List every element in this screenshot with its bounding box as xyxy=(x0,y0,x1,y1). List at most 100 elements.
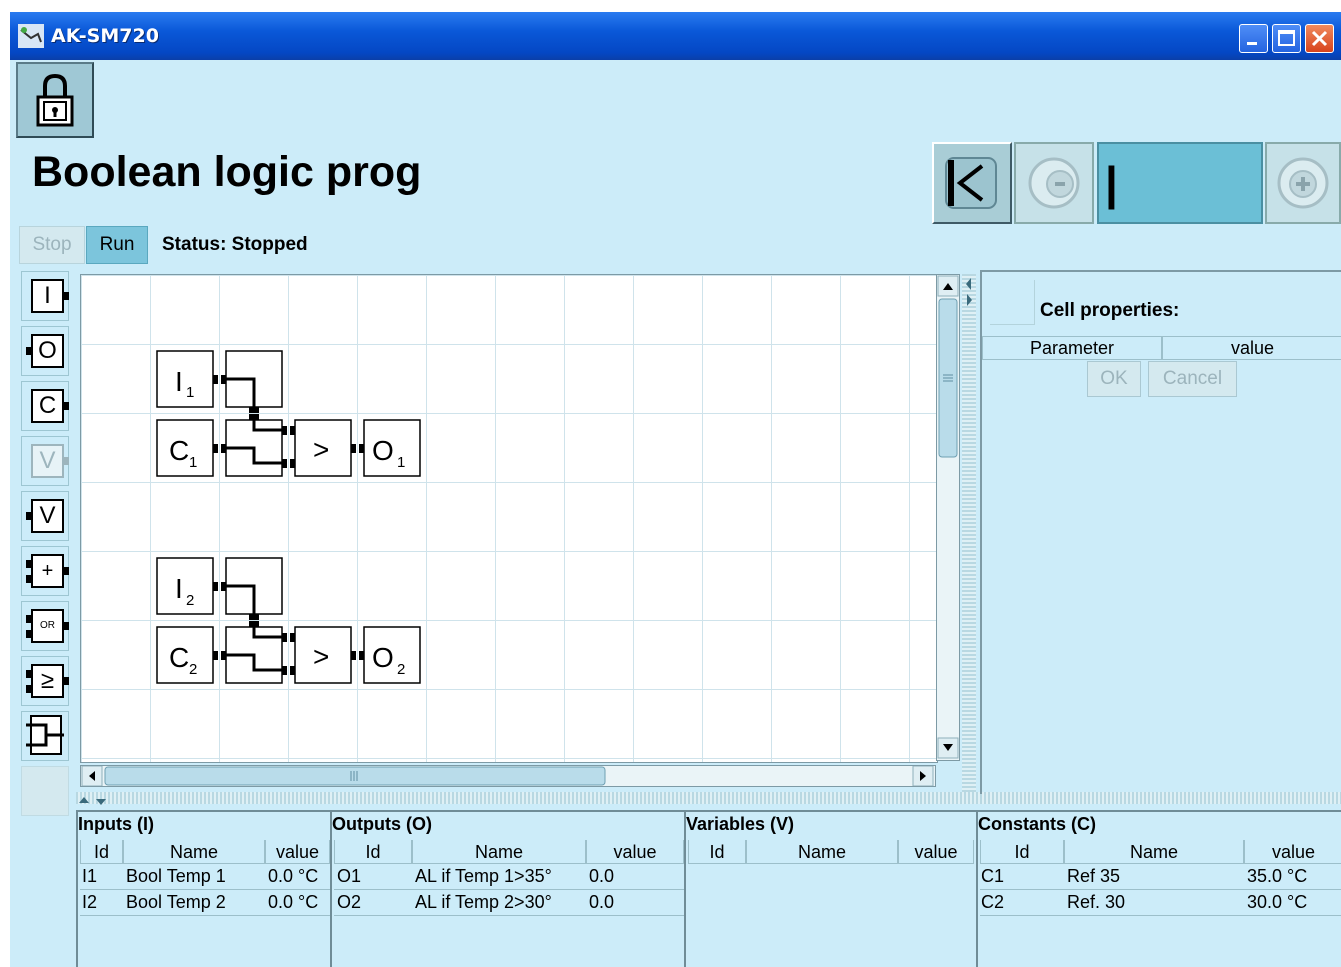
palette-label: V xyxy=(31,499,64,533)
junction-block-1b[interactable] xyxy=(221,414,287,477)
run-button[interactable]: Run xyxy=(86,226,148,264)
outputs-title: Outputs (O) xyxy=(332,814,432,834)
compare-block-tool[interactable]: ≥ xyxy=(21,656,69,706)
block-label: C xyxy=(169,435,189,466)
block-label: I xyxy=(175,366,183,397)
constants-value-cell: 35.0 °C xyxy=(1247,866,1308,886)
value-column-header[interactable]: value xyxy=(1162,336,1341,360)
empty-tool-slot xyxy=(21,766,69,816)
outputs-table: Outputs (O) Id Name value O1 AL if Temp … xyxy=(330,810,684,967)
diagram-svg: I 1 C 1 > O 1 I 2 C 2 > O 2 xyxy=(156,350,421,684)
or-block-tool[interactable]: OR xyxy=(21,601,69,651)
block-subscript: 2 xyxy=(189,661,197,678)
constants-id-cell: C1 xyxy=(981,866,1005,886)
stop-button[interactable]: Stop xyxy=(19,226,85,264)
variable-write-tool[interactable]: V xyxy=(21,491,69,541)
compare-block-1[interactable]: > xyxy=(290,419,356,477)
outputs-id-header[interactable]: Id xyxy=(334,840,412,864)
inputs-title: Inputs (I) xyxy=(78,814,154,834)
lock-button[interactable] xyxy=(16,62,94,138)
cancel-button[interactable]: Cancel xyxy=(1148,361,1237,397)
palette-label: C xyxy=(31,389,64,423)
junction-block-2b[interactable] xyxy=(221,621,287,684)
input-block-tool[interactable]: I xyxy=(21,271,69,321)
compare-block-2[interactable]: > xyxy=(290,626,356,684)
vertical-scrollbar-graphic xyxy=(937,275,959,759)
window-title: AK-SM720 xyxy=(51,25,159,47)
constant-block-c1[interactable]: C 1 xyxy=(156,419,218,477)
panel-corner xyxy=(990,280,1035,325)
constants-id-header[interactable]: Id xyxy=(980,840,1064,864)
block-label: O xyxy=(372,642,394,673)
junction-block-1a[interactable] xyxy=(221,350,283,413)
outputs-name-cell: AL if Temp 2>30° xyxy=(415,892,552,912)
inputs-id-header[interactable]: Id xyxy=(80,840,123,864)
connector-tool[interactable] xyxy=(21,711,69,761)
ok-button[interactable]: OK xyxy=(1087,361,1141,397)
outputs-name-cell: AL if Temp 1>35° xyxy=(415,866,552,886)
parameter-column-header[interactable]: Parameter xyxy=(982,336,1162,360)
variables-title: Variables (V) xyxy=(686,814,795,834)
constants-value-cell: 30.0 °C xyxy=(1247,892,1308,912)
output-block-tool[interactable]: O xyxy=(21,326,69,376)
connector-icon xyxy=(26,715,64,755)
title-bar[interactable]: AK-SM720 xyxy=(10,12,1341,60)
constants-name-cell: Ref 35 xyxy=(1067,866,1121,886)
close-icon xyxy=(1311,30,1328,47)
minus-icon xyxy=(1028,157,1080,209)
logic-diagram-canvas[interactable]: I 1 C 1 > O 1 I 2 C 2 > O 2 xyxy=(80,274,938,763)
constant-block-tool[interactable]: C xyxy=(21,381,69,431)
status-text: Status: Stopped xyxy=(162,234,308,255)
block-subscript: 2 xyxy=(186,592,194,609)
block-label: > xyxy=(313,434,329,465)
block-label: I xyxy=(175,573,183,604)
previous-button[interactable] xyxy=(1014,142,1094,224)
input-block-i1[interactable]: I 1 xyxy=(156,350,218,408)
minimize-button[interactable] xyxy=(1239,24,1268,53)
inputs-table: Inputs (I) Id Name value I1 Bool Temp 1 … xyxy=(76,810,330,967)
splitter-arrows-icon xyxy=(966,278,972,306)
palette-label: V xyxy=(31,444,64,478)
inputs-name-cell: Bool Temp 2 xyxy=(126,892,226,912)
inputs-value-header[interactable]: value xyxy=(265,840,330,864)
constants-name-header[interactable]: Name xyxy=(1064,840,1244,864)
horizontal-scrollbar[interactable] xyxy=(80,765,936,787)
outputs-value-cell: 0.0 xyxy=(589,866,615,886)
horizontal-scrollbar-graphic xyxy=(81,765,934,787)
block-label: > xyxy=(313,641,329,672)
block-label: C xyxy=(169,642,189,673)
variables-value-header[interactable]: value xyxy=(898,840,974,864)
application-window: AK-SM720 Boolean logic prog | Stop Run S… xyxy=(10,12,1341,967)
add-block-tool[interactable]: + xyxy=(21,546,69,596)
page-title: Boolean logic prog xyxy=(32,148,422,196)
palette-label: OR xyxy=(31,609,64,643)
block-subscript: 1 xyxy=(189,454,197,471)
next-button[interactable] xyxy=(1265,142,1341,224)
outputs-value-header[interactable]: value xyxy=(586,840,684,864)
output-block-o2[interactable]: O 2 xyxy=(359,626,421,684)
inputs-id-cell: I1 xyxy=(82,866,98,886)
variables-name-header[interactable]: Name xyxy=(746,840,898,864)
inputs-name-cell: Bool Temp 1 xyxy=(126,866,226,886)
vertical-splitter[interactable] xyxy=(962,274,976,792)
constants-id-cell: C2 xyxy=(981,892,1005,912)
variable-read-tool[interactable]: V xyxy=(21,436,69,486)
close-button[interactable] xyxy=(1305,24,1334,53)
input-block-i2[interactable]: I 2 xyxy=(156,557,218,615)
outputs-id-cell: O1 xyxy=(337,866,362,886)
vertical-scrollbar[interactable] xyxy=(936,274,960,761)
page-number-field[interactable]: | xyxy=(1097,142,1263,224)
output-block-o1[interactable]: O 1 xyxy=(359,419,421,477)
constants-name-cell: Ref. 30 xyxy=(1067,892,1126,912)
constant-block-c2[interactable]: C 2 xyxy=(156,626,218,684)
first-page-button[interactable] xyxy=(932,142,1012,224)
constants-value-header[interactable]: value xyxy=(1244,840,1341,864)
junction-block-2a[interactable] xyxy=(221,557,283,620)
maximize-button[interactable] xyxy=(1272,24,1301,53)
splitter-arrows-icon xyxy=(79,797,106,805)
inputs-name-header[interactable]: Name xyxy=(123,840,265,864)
outputs-name-header[interactable]: Name xyxy=(412,840,586,864)
variables-id-header[interactable]: Id xyxy=(688,840,746,864)
block-label: O xyxy=(372,435,394,466)
palette-label: O xyxy=(31,334,64,368)
